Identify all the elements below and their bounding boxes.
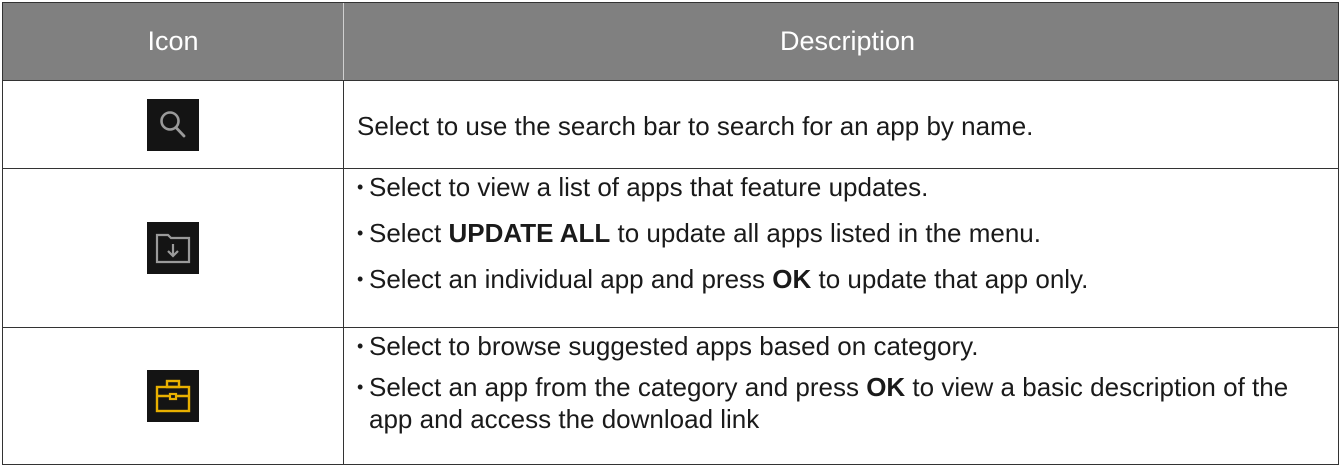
description-cell: Select to view a list of apps that featu… bbox=[344, 169, 1338, 327]
search-icon bbox=[147, 98, 199, 151]
icon-description-table: Icon Description Select to use the searc… bbox=[2, 2, 1339, 465]
icon-cell bbox=[3, 169, 344, 327]
bullet-item: Select an individual app and press OK to… bbox=[357, 263, 1338, 296]
table-header-row: Icon Description bbox=[3, 3, 1338, 81]
bullet-item: Select to browse suggested apps based on… bbox=[357, 330, 1338, 363]
bullet-item: Select to view a list of apps that featu… bbox=[357, 171, 1338, 204]
icon-cell bbox=[3, 81, 344, 168]
folder-download-icon bbox=[147, 222, 199, 274]
table-row: Select to browse suggested apps based on… bbox=[3, 328, 1338, 464]
description-cell: Select to use the search bar to search f… bbox=[344, 81, 1338, 168]
description-text: Select to use the search bar to search f… bbox=[357, 111, 1034, 141]
icon-cell bbox=[3, 328, 344, 464]
briefcase-icon bbox=[147, 370, 199, 422]
bullet-item: Select UPDATE ALL to update all apps lis… bbox=[357, 217, 1338, 250]
header-icon: Icon bbox=[3, 3, 344, 80]
table-row: Select to use the search bar to search f… bbox=[3, 81, 1338, 169]
description-cell: Select to browse suggested apps based on… bbox=[344, 328, 1338, 464]
header-description: Description bbox=[779, 26, 916, 56]
bullet-item: Select an app from the category and pres… bbox=[357, 371, 1338, 435]
table-row: Select to view a list of apps that featu… bbox=[3, 169, 1338, 328]
